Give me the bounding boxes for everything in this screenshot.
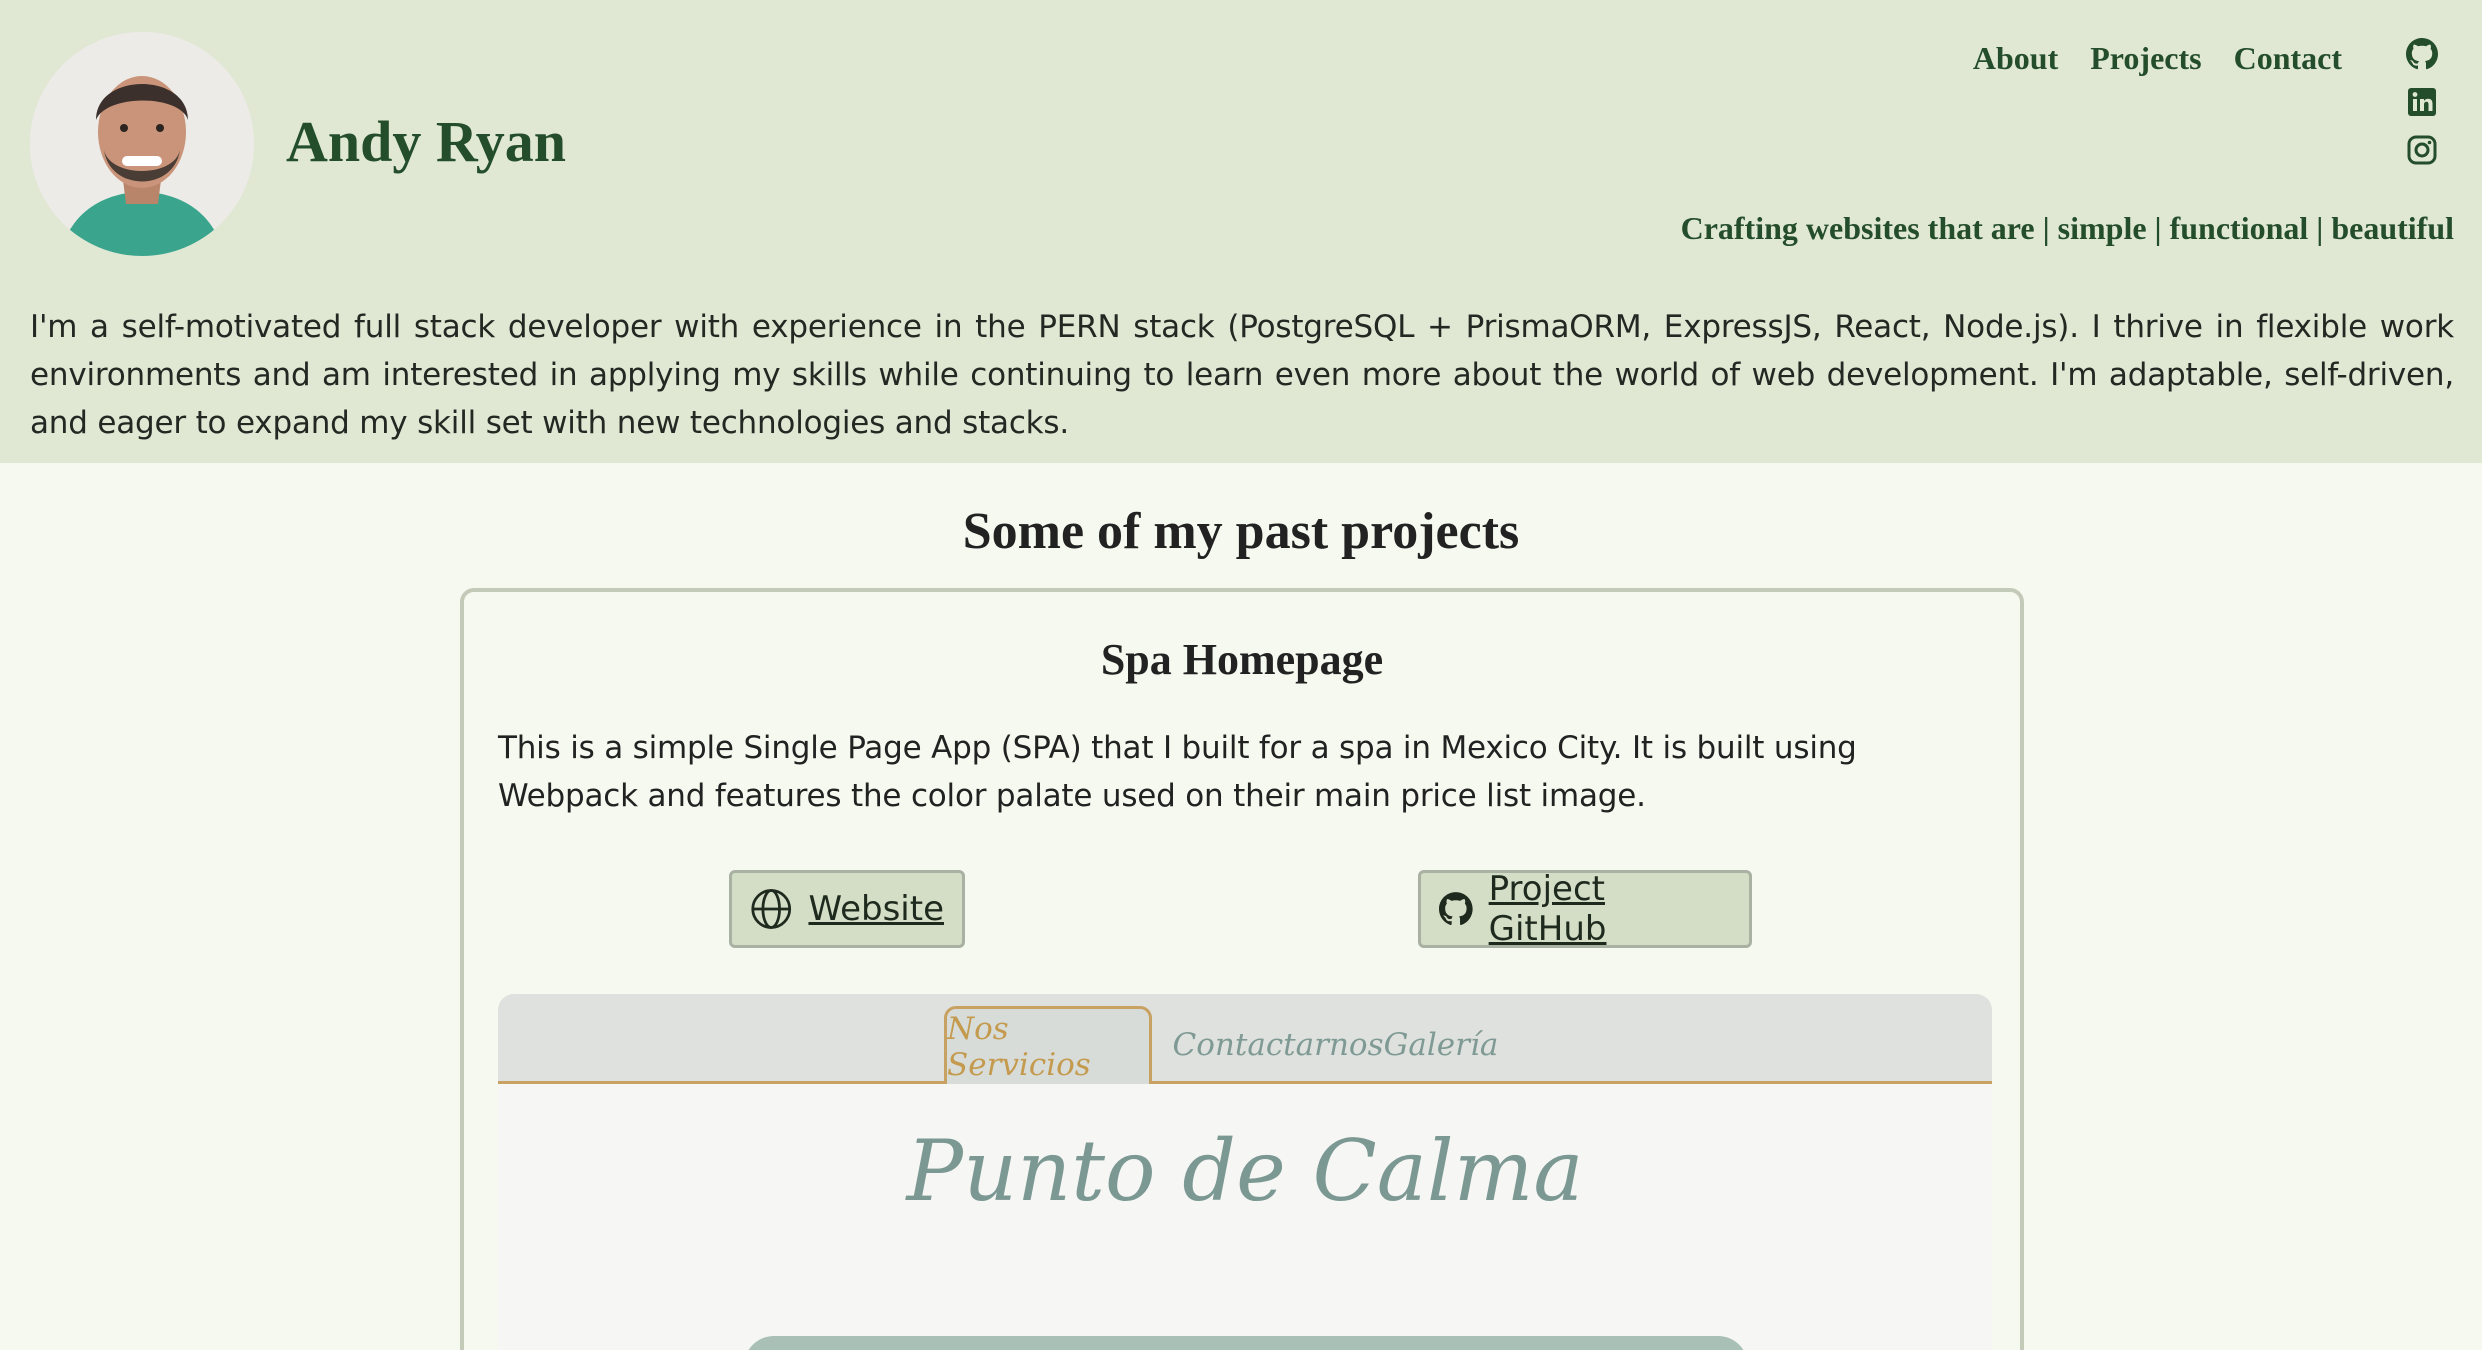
globe-icon	[751, 889, 792, 929]
preview-tab-bar: Nos Servicios Contactarnos Galería	[498, 994, 1992, 1084]
projects-heading: Some of my past projects	[962, 503, 1520, 560]
preview-tab-contactarnos[interactable]: Contactarnos	[1173, 1006, 1384, 1084]
instagram-icon[interactable]	[2406, 134, 2438, 166]
project-github-label: Project GitHub	[1488, 869, 1607, 949]
site-name: Andy Ryan	[286, 109, 567, 174]
nav-contact[interactable]: Contact	[2234, 40, 2342, 77]
linkedin-icon[interactable]	[2406, 86, 2438, 118]
preview-tab-galeria[interactable]: Galería	[1384, 1006, 1499, 1084]
nav-projects[interactable]: Projects	[2090, 40, 2201, 77]
bio-paragraph: I'm a self-motivated full stack develope…	[30, 309, 2454, 441]
project-description: This is a simple Single Page App (SPA) t…	[498, 730, 1857, 814]
social-links	[2406, 38, 2438, 182]
github-icon[interactable]	[2406, 38, 2438, 70]
website-button[interactable]: Website	[729, 870, 965, 948]
website-button-label: Website	[808, 889, 944, 929]
project-github-button[interactable]: Project GitHub	[1418, 869, 1752, 949]
tagline: Crafting websites that are | simple | fu…	[1680, 210, 2454, 246]
avatar	[30, 32, 254, 256]
project-preview: Nos Servicios Contactarnos Galería Punto…	[498, 994, 1992, 1350]
profile-photo	[30, 32, 254, 256]
github-icon	[1439, 892, 1473, 925]
project-card: Spa Homepage This is a simple Single Pag…	[460, 588, 2024, 1350]
main-nav: About Projects Contact	[1973, 40, 2342, 77]
nav-about[interactable]: About	[1973, 40, 2058, 77]
preview-image-banner	[744, 1336, 1748, 1350]
site-header: Andy Ryan About Projects Contact Craftin…	[0, 0, 2482, 463]
preview-tab-servicios[interactable]: Nos Servicios	[944, 1006, 1152, 1084]
project-title: Spa Homepage	[1100, 635, 1384, 684]
preview-brand-title: Punto de Calma	[906, 1122, 1584, 1220]
